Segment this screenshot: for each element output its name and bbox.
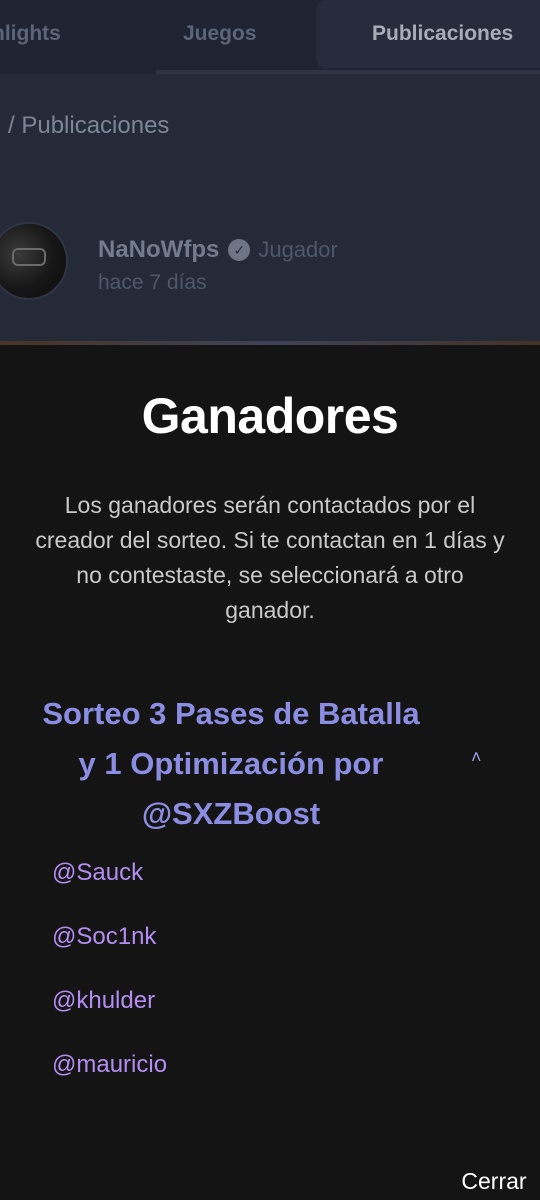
author-name[interactable]: NaNoWfps bbox=[98, 236, 219, 264]
tab-bar: hlights Juegos Publicaciones bbox=[0, 0, 540, 74]
winner-item[interactable]: @khulder bbox=[52, 985, 167, 1049]
winners-list: @Sauck @Soc1nk @khulder @mauricio bbox=[52, 857, 167, 1113]
post-author-row: NaNoWfps ✓ Jugador bbox=[98, 236, 338, 264]
modal-title: Ganadores bbox=[141, 388, 399, 444]
modal-description: Los ganadores serán contactados por el c… bbox=[35, 492, 505, 623]
avatar-figure-icon bbox=[12, 248, 46, 266]
chevron-up-icon[interactable]: ˄ bbox=[471, 747, 482, 768]
winner-item[interactable]: @mauricio bbox=[52, 1049, 167, 1113]
background-page: hlights Juegos Publicaciones / Publicaci… bbox=[0, 0, 540, 345]
avatar[interactable] bbox=[0, 222, 68, 300]
tab-games[interactable]: Juegos bbox=[183, 0, 257, 68]
section-title: / Publicaciones bbox=[8, 112, 170, 139]
winners-modal: Ganadores Los ganadores serán contactado… bbox=[0, 345, 540, 1200]
author-role: Jugador bbox=[258, 237, 338, 262]
raffle-title[interactable]: Sorteo 3 Pases de Batalla y 1 Optimizaci… bbox=[38, 689, 424, 839]
verified-check-icon: ✓ bbox=[228, 239, 251, 261]
tab-highlights[interactable]: hlights bbox=[0, 0, 61, 68]
tab-posts[interactable]: Publicaciones bbox=[316, 0, 540, 68]
close-button[interactable]: Cerrar bbox=[448, 1163, 540, 1199]
tab-underline bbox=[156, 70, 540, 74]
winner-item[interactable]: @Soc1nk bbox=[52, 921, 167, 985]
post-timestamp: hace 7 días bbox=[98, 271, 207, 294]
winner-item[interactable]: @Sauck bbox=[52, 857, 167, 921]
